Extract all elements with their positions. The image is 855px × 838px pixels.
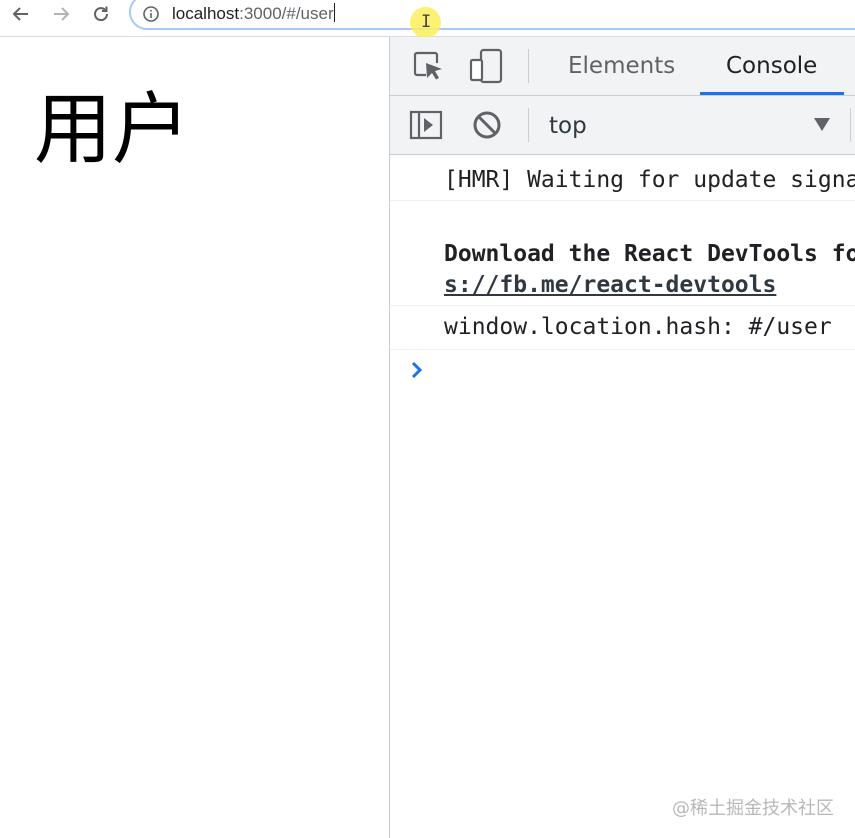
reload-button[interactable] [89,2,113,26]
console-toolbar: top [390,96,855,155]
address-text[interactable]: localhost:3000/#/user [172,3,335,25]
context-selector[interactable]: top [549,112,587,140]
clear-icon [473,111,501,139]
active-tab-indicator [700,92,844,95]
dropdown-arrow-icon[interactable] [814,118,830,131]
tab-elements[interactable]: Elements [568,52,675,80]
react-devtools-link[interactable]: s://fb.me/react-devtools [444,272,776,298]
address-path: :3000/#/user [239,4,334,23]
text-caret [333,3,335,22]
inspect-icon [413,51,442,80]
reload-icon [94,6,109,22]
console-message-text: [HMR] Waiting for update signal from WDS… [444,167,855,193]
console-message-link-line: s://fb.me/react-devtools [444,270,776,301]
ibeam-cursor-icon: I [421,12,432,32]
back-button[interactable] [9,2,33,26]
arrow-right-icon [54,7,70,21]
clear-console-button[interactable] [470,108,504,142]
forward-button[interactable] [49,2,73,26]
console-prompt[interactable] [410,361,424,379]
tab-console[interactable]: Console [726,52,817,80]
devtools-panel: Elements Console top [HMR] Waiting for u… [389,37,855,838]
console-message-text: window.location.hash: #/user [444,314,832,340]
console-messages: [HMR] Waiting for update signal from WDS… [390,155,855,838]
address-host: localhost [172,4,240,23]
console-message: window.location.hash: #/user [390,306,855,350]
page-title: 用户 [34,85,191,175]
chevron-right-icon [411,361,423,379]
toolbar-divider [850,108,851,142]
devtools-tabbar: Elements Console [390,37,855,96]
inspect-element-button[interactable] [410,49,446,83]
page-viewport: 用户 [0,37,389,838]
console-message: [HMR] Waiting for update signal from WDS… [390,155,855,201]
console-message-text: Download the React DevTools for a better… [444,241,855,267]
device-toolbar-button[interactable] [468,47,504,85]
sidebar-toggle-icon [409,110,443,140]
toolbar-divider [528,108,529,142]
toggle-sidebar-button[interactable] [408,108,444,142]
toolbar-divider [528,49,529,83]
browser-toolbar: localhost:3000/#/user I [0,0,855,38]
info-icon [143,6,159,22]
arrow-left-icon [12,7,28,21]
device-mode-icon [469,48,503,84]
watermark: @稀土掘金技术社区 [672,798,834,819]
console-message: Download the React DevTools for a better… [390,201,855,306]
site-info-button[interactable] [139,2,163,26]
